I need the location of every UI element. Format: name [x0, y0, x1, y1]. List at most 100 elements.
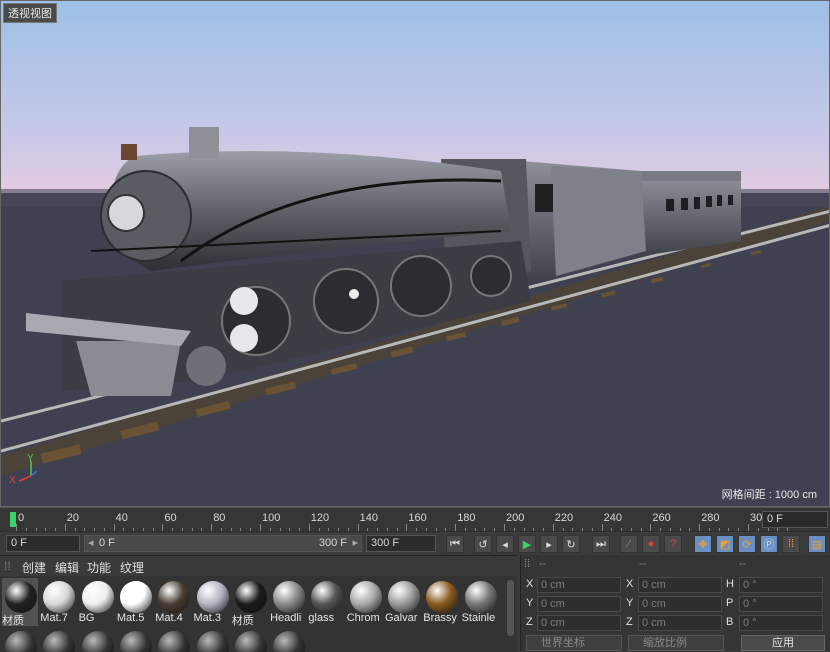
next-frame-button[interactable]: ▸ [540, 535, 558, 553]
next-keyframe-button[interactable]: ↻ [562, 535, 580, 553]
timeline-tick-label: 40 [115, 512, 128, 524]
material-preview [273, 631, 306, 652]
material-preview [196, 581, 229, 613]
schedule-button[interactable]: ▤ [808, 535, 826, 553]
material-preview [5, 631, 37, 652]
parameter-key-button[interactable]: Ⓟ [760, 535, 778, 553]
coord-value-field[interactable]: 0 ° [739, 577, 823, 593]
material-swatch[interactable]: Chrom [347, 578, 383, 626]
keyframe-selection-button[interactable]: ? [664, 535, 682, 553]
material-swatch[interactable]: Headli [270, 578, 306, 626]
timeline-tick-label: 80 [213, 512, 226, 524]
material-label: Galvar [385, 612, 418, 624]
timeline-tick-label: 200 [506, 512, 525, 524]
material-swatch[interactable]: Mat.7 [40, 578, 76, 626]
material-preview [119, 631, 152, 652]
timeline-tick-label: 30 [750, 512, 763, 524]
material-swatch[interactable]: Galvar [385, 578, 421, 626]
viewport-tab[interactable]: 透视视图 [3, 3, 57, 23]
timeline-tick-label: 100 [262, 512, 281, 524]
menu-function[interactable]: 功能 [87, 559, 111, 576]
material-swatch[interactable] [40, 628, 76, 652]
material-preview [196, 631, 229, 652]
previous-frame-button[interactable]: ◂ [496, 535, 514, 553]
prev-key-icon: ↺ [478, 538, 488, 551]
scale-mode-dropdown[interactable]: 缩放比例 [628, 635, 724, 651]
scale-key-button[interactable]: ◩ [716, 535, 734, 553]
material-swatch[interactable] [155, 628, 191, 652]
scale-header: -- [639, 558, 647, 570]
apply-button[interactable]: 应用 [741, 635, 825, 651]
point-level-button[interactable]: ⁞⁞ [782, 535, 800, 553]
position-header: -- [539, 558, 547, 570]
grip-icon: ⁞⁞ [524, 558, 531, 570]
previous-keyframe-button[interactable]: ↺ [474, 535, 492, 553]
material-swatch[interactable]: 材质 [2, 578, 38, 627]
coord-axis-label: Y [526, 597, 534, 609]
coord-value-field[interactable]: 0 ° [739, 615, 823, 631]
coord-value-field[interactable]: 0 cm [537, 596, 621, 612]
timeline-tick-label: 20 [66, 512, 80, 524]
next-key-icon: ↻ [566, 538, 576, 551]
coord-value-field[interactable]: 0 cm [537, 577, 621, 593]
coordinate-system-dropdown[interactable]: 世界坐标 [526, 635, 622, 651]
material-swatch[interactable]: Mat.5 [117, 578, 153, 626]
coord-value-field[interactable]: 0 cm [638, 596, 722, 612]
material-swatch[interactable] [270, 628, 306, 652]
material-preview [5, 581, 37, 613]
material-scrollbar[interactable] [507, 580, 514, 636]
step-forward-icon: ▸ [546, 538, 552, 551]
position-key-button[interactable]: ✥ [694, 535, 712, 553]
menu-texture[interactable]: 纹理 [120, 559, 144, 576]
material-swatch[interactable]: Mat.3 [194, 578, 230, 626]
material-swatch[interactable] [194, 628, 230, 652]
frame-range-slider[interactable]: ◂ 0 F 300 F ▸ [84, 535, 362, 552]
material-swatch[interactable]: glass [308, 578, 344, 626]
end-frame-field[interactable]: 300 F [366, 535, 436, 552]
coord-axis-label: Y [626, 597, 634, 609]
coord-value-field[interactable]: 0 cm [638, 615, 722, 631]
material-label: Mat.4 [155, 612, 183, 624]
material-swatch[interactable]: 材质 [232, 578, 268, 627]
material-preview [158, 581, 191, 613]
material-label: BG [78, 612, 95, 624]
material-preview [119, 581, 152, 613]
coord-axis-label: H [726, 578, 734, 590]
menu-edit[interactable]: 编辑 [55, 559, 79, 576]
passenger-car [636, 171, 741, 256]
skip-forward-icon: ⏭ [596, 537, 606, 550]
material-swatch[interactable] [117, 628, 153, 652]
material-swatch[interactable]: BG [79, 578, 115, 626]
record-active-button[interactable]: ⁄ [620, 535, 638, 553]
axis-label-x: X [9, 475, 16, 486]
go-to-start-button[interactable]: ⏮ [446, 535, 464, 553]
autokey-button[interactable]: ● [642, 535, 660, 553]
grid-dots-icon: ⁞⁞ [787, 538, 795, 550]
coordinate-manager: ⁞⁞ -- -- -- X0 cm X 0 cm H 0 ° Y 0 cm Y 0 cm P 0 °… [520, 555, 830, 651]
range-start-label: 0 F [99, 537, 115, 549]
timeline-ruler[interactable]: 0 20 40 60 80 100 120 140 160 180 200 220 240 260 280 3… [0, 507, 830, 532]
current-frame-field[interactable]: 0 F [762, 511, 828, 528]
material-swatch[interactable]: Stainle [462, 578, 498, 626]
menu-create[interactable]: 创建 [22, 559, 46, 576]
play-button[interactable]: ▶ [518, 535, 536, 553]
timeline-tick-label: 240 [603, 512, 622, 524]
step-back-icon: ◂ [502, 538, 508, 551]
coord-value-field[interactable]: 0 cm [537, 615, 621, 631]
start-frame-field[interactable]: 0 F [6, 535, 80, 552]
material-swatch[interactable]: Brassy [423, 578, 459, 626]
material-swatch[interactable] [2, 628, 38, 652]
coord-value-field[interactable]: 0 cm [638, 577, 722, 593]
material-preview [43, 631, 76, 652]
material-preview [273, 581, 306, 613]
perspective-viewport[interactable]: Y X 透视视图 网格间距 : 1000 cm [0, 0, 830, 507]
material-swatch[interactable] [79, 628, 115, 652]
material-swatch[interactable] [232, 628, 268, 652]
parameter-icon: Ⓟ [763, 539, 775, 551]
coord-value-field[interactable]: 0 ° [739, 596, 823, 612]
rotation-key-button[interactable]: ⟳ [738, 535, 756, 553]
question-icon: ? [669, 538, 677, 550]
material-swatch[interactable]: Mat.4 [155, 578, 191, 626]
record-icon: ● [647, 538, 655, 550]
go-to-end-button[interactable]: ⏭ [592, 535, 610, 553]
